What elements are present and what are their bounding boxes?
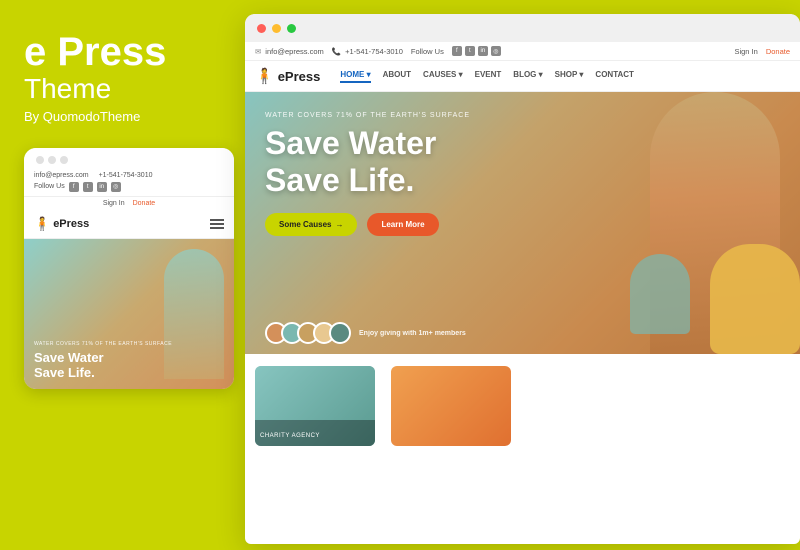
hero-subtitle: WATER COVERS 71% OF THE EARTH'S SURFACE	[265, 112, 470, 119]
hero-title-line1: Save Water	[265, 125, 436, 161]
avatar-group	[265, 322, 351, 344]
desktop-donate[interactable]: Donate	[766, 47, 790, 56]
desktop-below-hero: CHARITY AGENCY	[245, 354, 800, 454]
arrow-right-icon: →	[335, 220, 343, 229]
mobile-nav-bar: 🧍 ePress	[24, 210, 234, 239]
desktop-logo-icon: 🧍	[255, 67, 274, 85]
desktop-twitter-icon[interactable]: t	[465, 46, 475, 56]
desktop-email: info@epress.com	[265, 47, 323, 56]
mobile-linkedin-icon: in	[97, 182, 107, 192]
mobile-hero-subtitle: WATER COVERS 71% OF THE EARTH'S SURFACE	[34, 341, 172, 347]
mobile-hero-title-line2: Save Life.	[34, 365, 95, 380]
nav-item-blog[interactable]: BLOG ▾	[513, 70, 542, 83]
left-title: e Press Theme	[24, 30, 224, 105]
desktop-follow-us: Follow Us	[411, 47, 444, 56]
desktop-linkedin-icon[interactable]: in	[478, 46, 488, 56]
mobile-auth-row: Sign In Donate	[24, 197, 234, 210]
desktop-nav: 🧍 ePress HOME ▾ ABOUT CAUSES ▾ EVENT BLO…	[245, 61, 800, 92]
mobile-logo: 🧍 ePress	[34, 216, 89, 232]
titlebar-dot-green	[287, 24, 296, 33]
mobile-top-bar	[24, 148, 234, 168]
hero-bottom-members: Enjoy giving with 1m+ members	[265, 322, 466, 344]
charity-card-1: CHARITY AGENCY	[255, 366, 375, 446]
nav-item-contact[interactable]: CONTACT	[595, 70, 634, 83]
desktop-logo-text: ePress	[278, 69, 321, 84]
hamburger-menu[interactable]	[210, 219, 224, 229]
left-panel: e Press Theme By QuomodoTheme info@epres…	[0, 0, 248, 550]
charity-card-2	[391, 366, 511, 446]
hamburger-line-1	[210, 219, 224, 221]
mobile-facebook-icon: f	[69, 182, 79, 192]
learn-more-label: Learn More	[381, 220, 424, 229]
mobile-phone: +1-541-754-3010	[99, 172, 153, 179]
title-theme: Theme	[24, 74, 224, 105]
hero-background: WATER COVERS 71% OF THE EARTH'S SURFACE …	[245, 92, 800, 354]
hero-container-silhouette	[710, 244, 800, 354]
hero-title: Save Water Save Life.	[265, 125, 470, 199]
titlebar-dot-yellow	[272, 24, 281, 33]
mobile-follow-us: Follow Us	[34, 183, 65, 190]
nav-item-home[interactable]: HOME ▾	[340, 70, 370, 83]
desktop-email-item: ✉ info@epress.com	[255, 47, 324, 56]
hamburger-line-3	[210, 227, 224, 229]
nav-item-event[interactable]: EVENT	[475, 70, 502, 83]
mobile-dot-3	[60, 156, 68, 164]
mobile-header-info: info@epress.com +1-541-754-3010 Follow U…	[24, 168, 234, 197]
learn-more-button[interactable]: Learn More	[367, 213, 438, 236]
mobile-logo-icon: 🧍	[34, 216, 50, 232]
left-by: By QuomodoTheme	[24, 109, 224, 124]
desktop-auth-right: Sign In Donate	[734, 47, 790, 56]
hero-second-figure	[630, 254, 690, 334]
avatar-5	[329, 322, 351, 344]
desktop-mockup: ✉ info@epress.com 📞 +1-541-754-3010 Foll…	[245, 14, 800, 544]
email-icon: ✉	[255, 47, 261, 56]
mobile-hero-overlay: WATER COVERS 71% OF THE EARTH'S SURFACE …	[24, 333, 182, 389]
hamburger-line-2	[210, 223, 224, 225]
charity-card-overlay: CHARITY AGENCY	[255, 420, 375, 446]
mobile-mockup: info@epress.com +1-541-754-3010 Follow U…	[24, 148, 234, 389]
charity-card-bg: CHARITY AGENCY	[255, 366, 375, 446]
mobile-email: info@epress.com	[34, 172, 89, 179]
desktop-facebook-icon[interactable]: f	[452, 46, 462, 56]
desktop-followus-item: Follow Us	[411, 47, 444, 56]
hero-buttons: Some Causes → Learn More	[265, 213, 470, 236]
nav-item-shop[interactable]: SHOP ▾	[555, 70, 584, 83]
hero-content: WATER COVERS 71% OF THE EARTH'S SURFACE …	[265, 112, 470, 236]
nav-item-causes[interactable]: CAUSES ▾	[423, 70, 463, 83]
desktop-title-bar	[245, 14, 800, 42]
phone-icon: 📞	[332, 47, 341, 56]
desktop-hero: WATER COVERS 71% OF THE EARTH'S SURFACE …	[245, 92, 800, 354]
desktop-phone: +1-541-754-3010	[345, 47, 403, 56]
desktop-top-info-bar: ✉ info@epress.com 📞 +1-541-754-3010 Foll…	[245, 42, 800, 61]
charity-label: CHARITY AGENCY	[260, 433, 320, 439]
mobile-sign-in[interactable]: Sign In	[103, 200, 125, 207]
desktop-social-icons: f t in ◎	[452, 46, 501, 56]
mobile-dot-2	[48, 156, 56, 164]
titlebar-dot-red	[257, 24, 266, 33]
mobile-hero: WATER COVERS 71% OF THE EARTH'S SURFACE …	[24, 239, 234, 389]
hero-members-text: Enjoy giving with 1m+ members	[359, 330, 466, 337]
mobile-dot-1	[36, 156, 44, 164]
hero-person-area	[520, 92, 800, 354]
causes-button-label: Some Causes	[279, 220, 331, 229]
some-causes-button[interactable]: Some Causes →	[265, 213, 357, 236]
desktop-instagram-icon[interactable]: ◎	[491, 46, 501, 56]
hero-title-line2: Save Life.	[265, 162, 414, 198]
mobile-twitter-icon: t	[83, 182, 93, 192]
mobile-donate[interactable]: Donate	[133, 200, 156, 207]
desktop-nav-items: HOME ▾ ABOUT CAUSES ▾ EVENT BLOG ▾ SHOP …	[340, 70, 634, 83]
desktop-sign-in[interactable]: Sign In	[734, 47, 757, 56]
title-bold: e Press	[24, 30, 224, 74]
mobile-hero-title: Save Water Save Life.	[34, 350, 172, 381]
mobile-instagram-icon: ◎	[111, 182, 121, 192]
mobile-logo-text: ePress	[53, 218, 89, 230]
desktop-phone-item: 📞 +1-541-754-3010	[332, 47, 403, 56]
nav-item-about[interactable]: ABOUT	[383, 70, 411, 83]
mobile-hero-title-line1: Save Water	[34, 350, 104, 365]
desktop-logo: 🧍 ePress	[255, 67, 320, 85]
